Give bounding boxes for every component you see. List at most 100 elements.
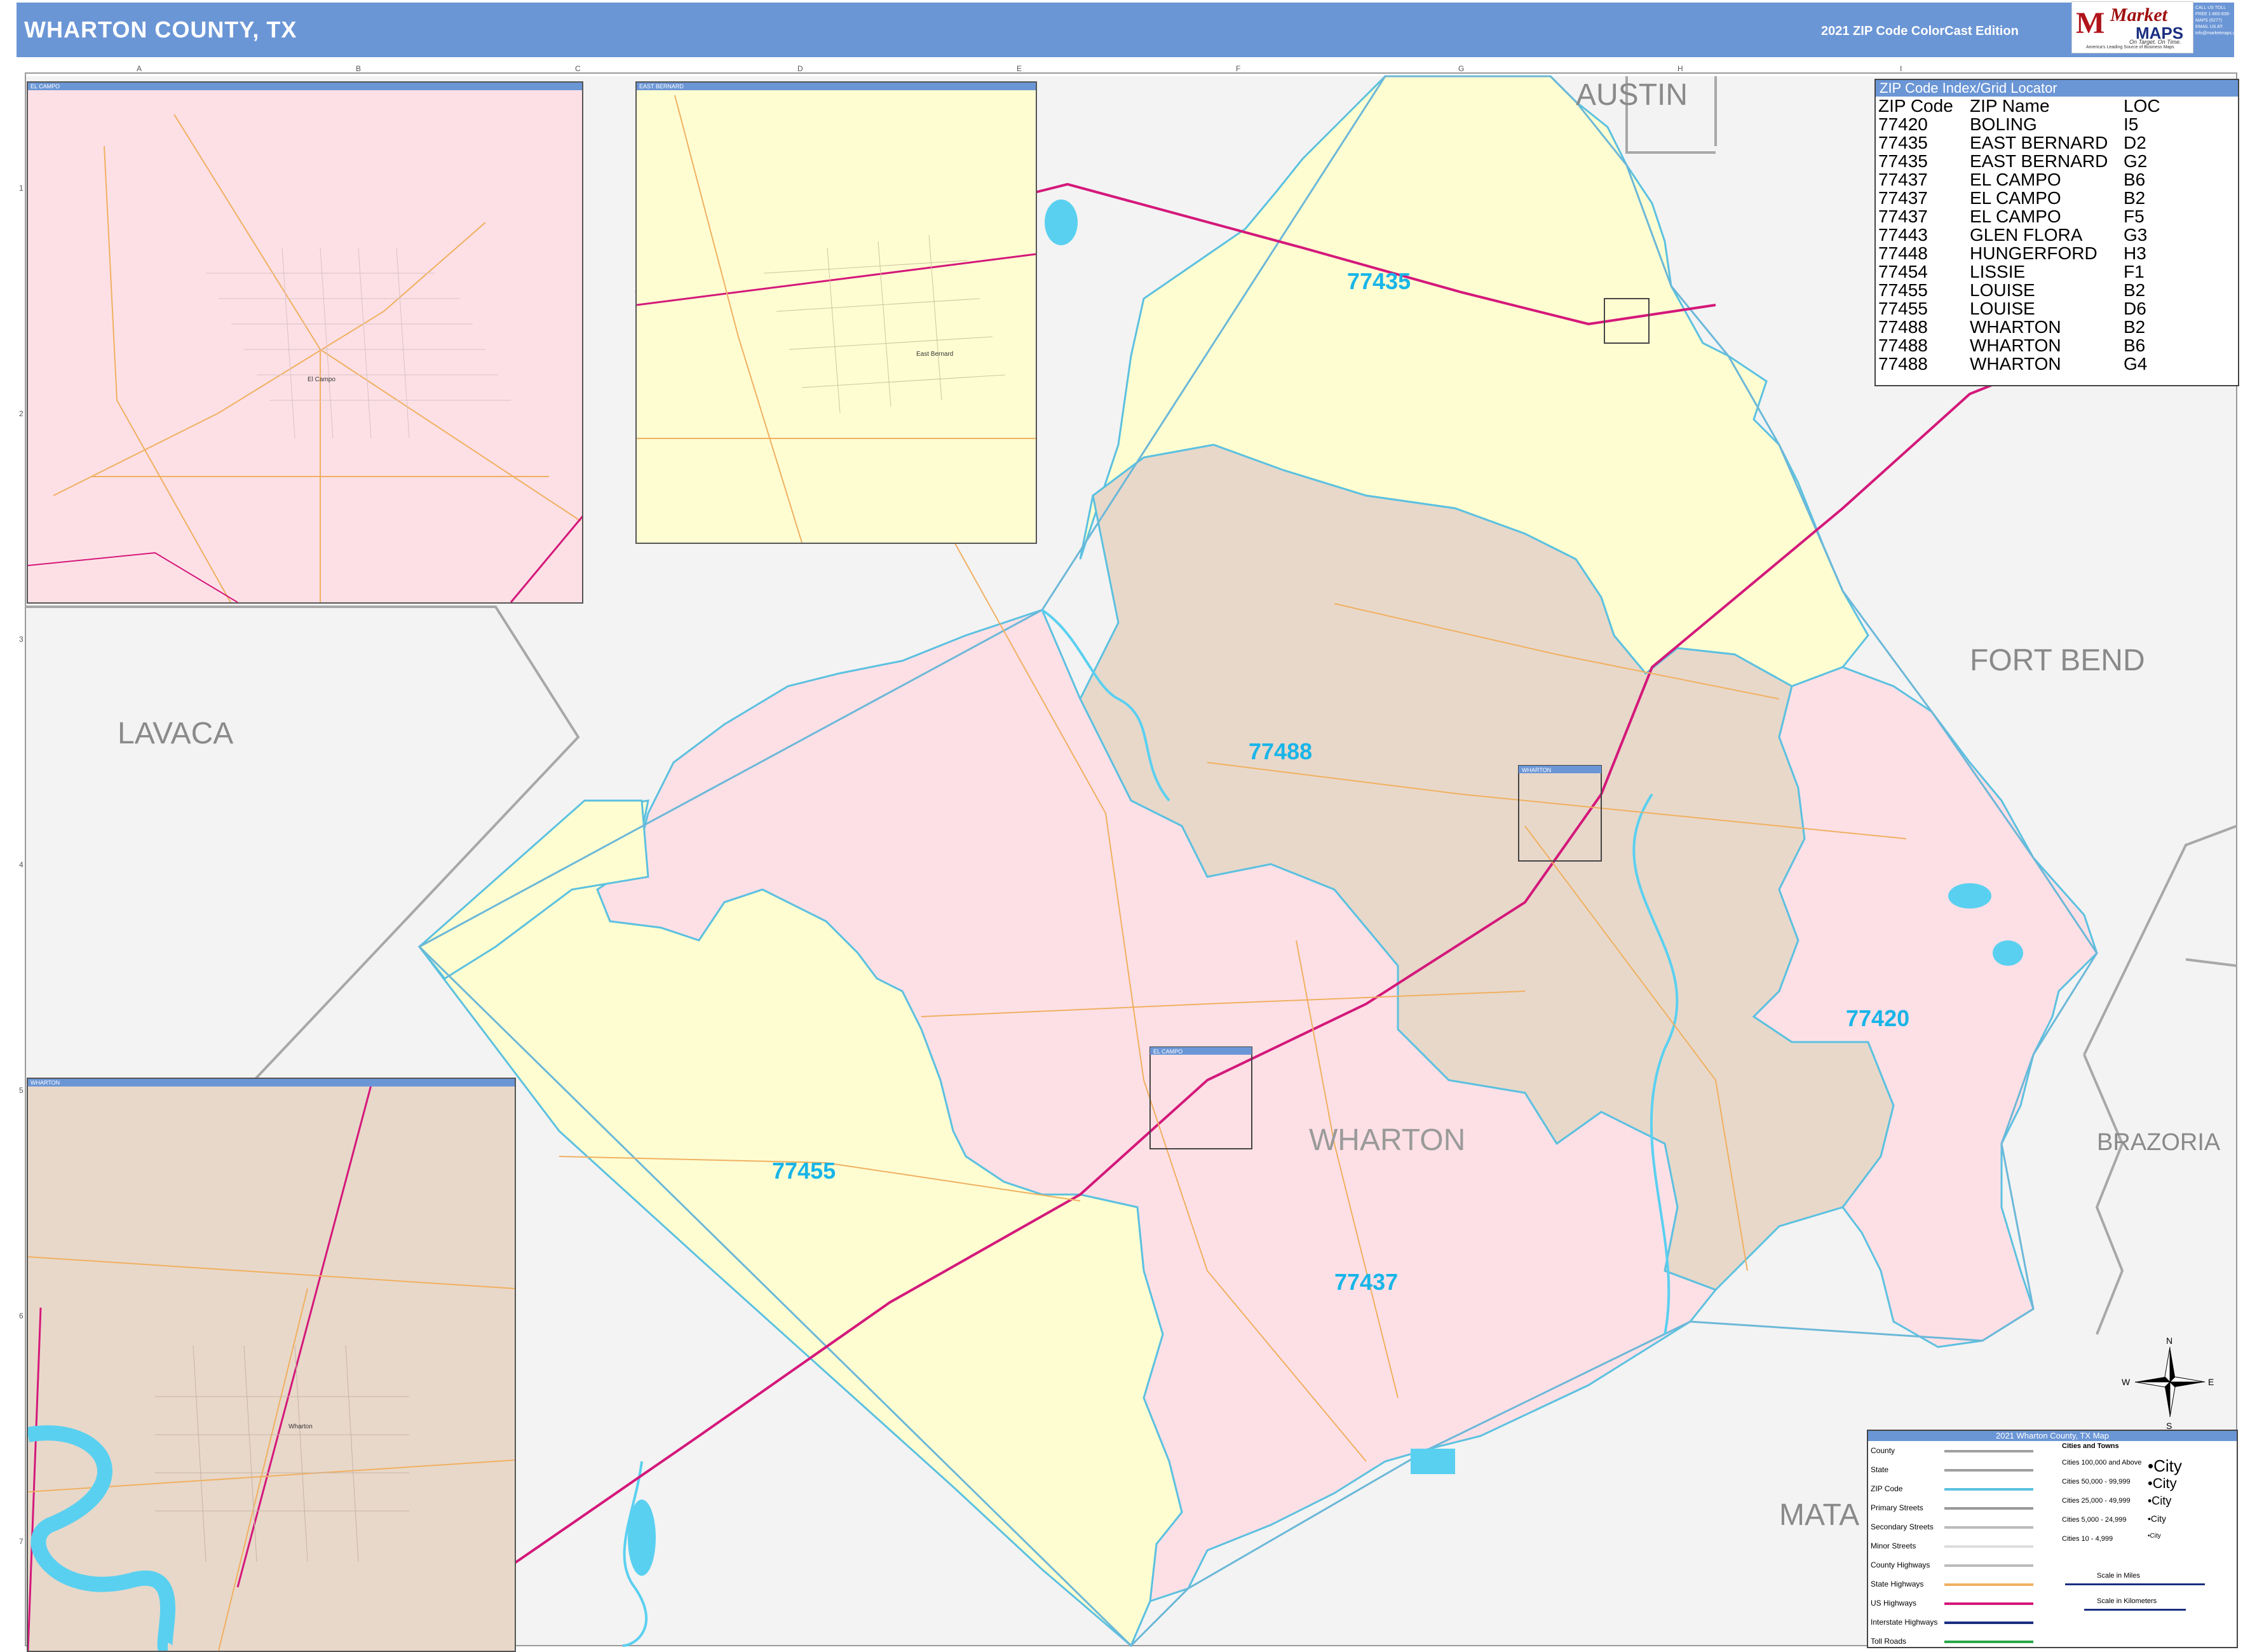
legend-item-swatch <box>1944 1545 2033 1548</box>
legend-item-swatch <box>1944 1488 2033 1491</box>
zip-code-cell: 77488 <box>1878 354 1928 374</box>
zip-code-cell: 77437 <box>1878 170 1928 189</box>
legend-item-swatch <box>1944 1622 2033 1624</box>
compass-w: W <box>2122 1377 2131 1387</box>
grid-row-label: 6 <box>19 1311 24 1320</box>
inset-east-bernard-map: East Bernard <box>637 95 1036 543</box>
grid-row-label: 5 <box>19 1086 24 1095</box>
zip-index-row: 77488 WHARTON B6 <box>1878 336 2163 355</box>
inset-east-bernard[interactable]: EAST BERNARD East Bernard <box>635 81 1037 544</box>
zip-code-cell: 77435 <box>1878 151 1928 171</box>
zip-loc-cell: B2 <box>2124 280 2146 300</box>
zip-index-col-zip: ZIP Code <box>1878 96 1953 116</box>
zip-index-row: 77435 EAST BERNARD D2 <box>1878 133 2163 152</box>
zip-index-title: ZIP Code Index/Grid Locator <box>1876 80 2238 97</box>
grid-col-label: D <box>797 64 803 73</box>
inset-wharton-map: Wharton <box>28 1085 515 1651</box>
legend-item-label: Toll Roads <box>1871 1637 1907 1646</box>
legend-scale-km-bar <box>2084 1609 2186 1611</box>
legend-city-sample: •City <box>2148 1513 2167 1524</box>
grid-row-label: 3 <box>19 635 24 644</box>
legend-city-class: Cities 100,000 and Above <box>2062 1459 2142 1466</box>
zip-loc-cell: D6 <box>2124 299 2146 318</box>
legend-item-label: ZIP Code <box>1871 1484 1903 1493</box>
legend-item-label: Primary Streets <box>1871 1503 1923 1512</box>
zip-code-cell: 77448 <box>1878 243 1928 263</box>
zip-name-cell: LOUISE <box>1970 299 2035 318</box>
zip-index-row: 77435 EAST BERNARD G2 <box>1878 152 2163 170</box>
legend-scale-km: Scale in Kilometers <box>2097 1597 2157 1605</box>
zip-index-row: 77488 WHARTON B2 <box>1878 318 2163 336</box>
legend-item-label: Secondary Streets <box>1871 1522 1934 1531</box>
inset-el-campo-title: EL CAMPO <box>28 83 582 90</box>
inset-wharton-town: Wharton <box>288 1423 313 1430</box>
county-label-fort-bend: FORT BEND <box>1970 644 2145 677</box>
compass-e: E <box>2208 1377 2214 1387</box>
zip-label-77435: 77435 <box>1347 268 1411 294</box>
legend-title: 2021 Wharton County, TX Map <box>1868 1431 2237 1441</box>
grid-col-label: H <box>1677 64 1683 73</box>
zip-label-77437: 77437 <box>1334 1269 1398 1295</box>
legend-item-label: County Highways <box>1871 1561 1930 1569</box>
inset-el-campo[interactable]: EL CAMPO El Campo <box>27 81 583 604</box>
zip-name-cell: EAST BERNARD <box>1970 133 2108 152</box>
zip-loc-cell: B6 <box>2124 335 2146 355</box>
zip-index-row: 77455 LOUISE B2 <box>1878 281 2163 299</box>
zip-loc-cell: B2 <box>2124 317 2146 337</box>
legend-scale-miles: Scale in Miles <box>2097 1572 2140 1580</box>
grid-row-label: 4 <box>19 860 24 869</box>
grid-col-label: C <box>575 64 581 73</box>
zip-index-row: 77420 BOLING I5 <box>1878 115 2163 133</box>
grid-row-labels: 1 2 3 4 5 6 7 <box>19 184 24 1546</box>
zip-name-cell: EL CAMPO <box>1970 188 2061 208</box>
legend-item-swatch <box>1944 1507 2033 1510</box>
grid-row-label: 1 <box>19 184 24 193</box>
inset-el-campo-map: El Campo <box>28 114 582 602</box>
legend-city-class: Cities 5,000 - 24,999 <box>2062 1516 2127 1524</box>
county-label-matagorda: MATA <box>1779 1498 1859 1532</box>
zip-loc-cell: F5 <box>2124 207 2145 226</box>
legend-item-label: County <box>1871 1446 1895 1455</box>
zip-index-row: 77437 EL CAMPO B6 <box>1878 170 2163 189</box>
legend-item-swatch <box>1944 1583 2033 1586</box>
legend-item-swatch <box>1944 1602 2033 1605</box>
legend-item-label: State Highways <box>1871 1580 1924 1588</box>
grid-col-label: B <box>356 64 361 73</box>
zip-name-cell: EL CAMPO <box>1970 170 2061 189</box>
zip-code-cell: 77443 <box>1878 225 1928 245</box>
zip-name-cell: GLEN FLORA <box>1970 225 2083 245</box>
zip-loc-cell: G4 <box>2124 354 2148 374</box>
zip-index-row: 77488 WHARTON G4 <box>1878 355 2163 373</box>
zip-loc-cell: G2 <box>2124 151 2148 171</box>
legend-cities-title: Cities and Towns <box>2062 1442 2119 1450</box>
inset-wharton[interactable]: WHARTON Wharton <box>27 1078 516 1652</box>
county-label-wharton: WHARTON <box>1309 1123 1465 1157</box>
zip-loc-cell: F1 <box>2124 262 2145 281</box>
zip-code-cell: 77454 <box>1878 262 1928 281</box>
zip-name-cell: EL CAMPO <box>1970 207 2061 226</box>
zip-index-col-name: ZIP Name <box>1970 96 2050 116</box>
legend-city-sample: •City <box>2148 1475 2177 1491</box>
county-label-austin: AUSTIN <box>1576 78 1688 112</box>
zip-code-cell: 77435 <box>1878 133 1928 152</box>
zip-loc-cell: H3 <box>2124 243 2146 263</box>
zip-name-cell: BOLING <box>1970 114 2037 134</box>
legend-city-class: Cities 10 - 4,999 <box>2062 1535 2113 1543</box>
zip-index-table: ZIP Code ZIP Name LOC 77420 BOLING I5 77435… <box>1878 97 2163 373</box>
legend-scale-miles-bar <box>2065 1583 2205 1585</box>
grid-col-label: A <box>137 64 142 73</box>
zip-label-77488: 77488 <box>1249 738 1312 764</box>
map-legend: 2021 Wharton County, TX Map County State Z… <box>1867 1430 2238 1648</box>
zip-label-77420: 77420 <box>1846 1005 1909 1031</box>
legend-city-sample: •City <box>2148 1494 2172 1507</box>
zip-name-cell: LOUISE <box>1970 280 2035 300</box>
zip-name-cell: WHARTON <box>1970 317 2061 337</box>
inset-el-campo-town: El Campo <box>308 376 335 383</box>
zip-loc-cell: D2 <box>2124 133 2146 152</box>
grid-column-labels: A B C D E F G H I <box>137 64 1902 73</box>
zip-index-row: 77443 GLEN FLORA G3 <box>1878 226 2163 244</box>
zip-index-row: 77437 EL CAMPO B2 <box>1878 189 2163 207</box>
zip-code-cell: 77420 <box>1878 114 1928 134</box>
zip-code-cell: 77437 <box>1878 188 1928 208</box>
legend-item-swatch <box>1944 1526 2033 1529</box>
